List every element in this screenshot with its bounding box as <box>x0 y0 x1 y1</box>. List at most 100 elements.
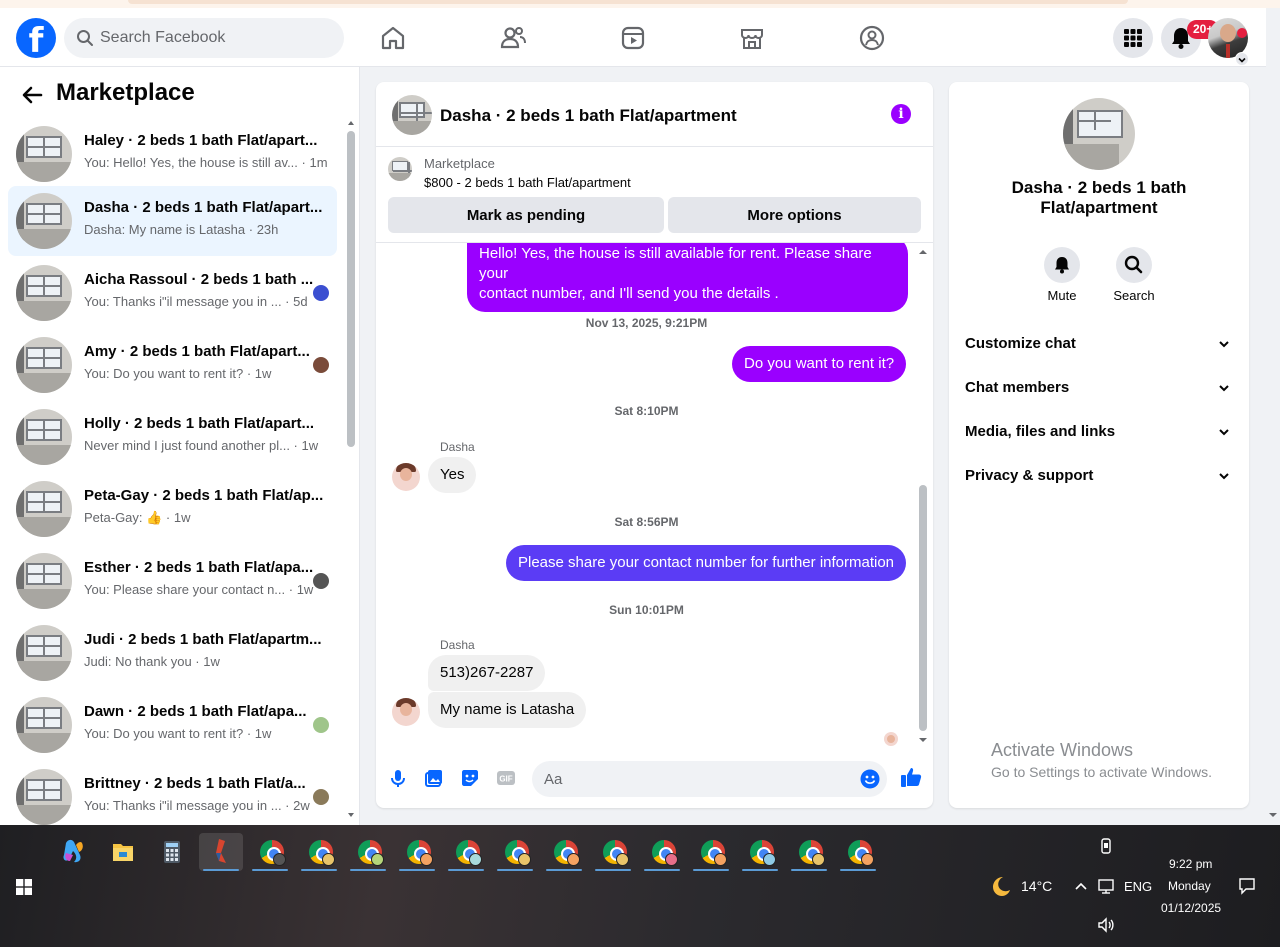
scroll-down-arrow-icon[interactable] <box>347 811 355 819</box>
gif-icon[interactable]: GIF <box>496 768 516 788</box>
sender-name: Dasha <box>440 440 475 454</box>
language-indicator[interactable]: ENG <box>1124 879 1152 894</box>
chrome-taskbar-icon[interactable] <box>493 833 537 871</box>
conversation-item[interactable]: Brittney · 2 beds 1 bath Flat/a... You: … <box>8 762 337 825</box>
conversation-item[interactable]: Esther · 2 beds 1 bath Flat/apa... You: … <box>8 546 337 616</box>
weather-temperature[interactable]: 14°C <box>1021 878 1052 894</box>
top-nav-bar: f 20+ <box>0 8 1266 67</box>
timestamp: Sat 8:10PM <box>614 404 679 418</box>
microphone-icon[interactable] <box>388 768 408 788</box>
chrome-taskbar-icon[interactable] <box>640 833 684 871</box>
back-arrow-icon[interactable] <box>20 83 44 107</box>
search-in-chat-button[interactable] <box>1116 247 1152 283</box>
message-incoming[interactable]: 513)267-2287 <box>428 655 546 691</box>
profile-alert-dot <box>1237 28 1247 38</box>
clock-time[interactable]: 9:22 pm <box>1169 857 1212 871</box>
message-input-box[interactable] <box>532 761 887 797</box>
clock-date[interactable]: 01/12/2025 <box>1161 901 1221 915</box>
account-chevron-icon[interactable] <box>1235 52 1249 66</box>
conversation-snippet: Peta-Gay: 👍 · 1w <box>84 510 191 525</box>
message-incoming[interactable]: Yes <box>428 457 477 493</box>
message-line: Hello! Yes, the house is still available… <box>479 245 872 282</box>
phone-link-icon[interactable] <box>1097 837 1115 855</box>
message-outgoing[interactable]: Do you want to rent it? <box>732 346 907 382</box>
scroll-up-arrow-icon[interactable] <box>347 119 355 127</box>
chat-title[interactable]: Dasha · 2 beds 1 bath Flat/apartment <box>440 106 737 126</box>
chrome-taskbar-icon[interactable] <box>542 833 586 871</box>
conversation-snippet: You: Do you want to rent it? · 1w <box>84 366 272 381</box>
conversation-item[interactable]: Aicha Rassoul · 2 beds 1 bath ... You: T… <box>8 258 337 328</box>
conversation-item[interactable]: Amy · 2 beds 1 bath Flat/apart... You: D… <box>8 330 337 400</box>
more-options-button[interactable]: More options <box>668 197 921 233</box>
chrome-taskbar-icon[interactable] <box>836 833 880 871</box>
calculator-taskbar-icon[interactable] <box>150 833 194 871</box>
home-icon[interactable] <box>379 24 407 52</box>
conversation-item-active[interactable]: Dasha · 2 beds 1 bath Flat/apart... Dash… <box>8 186 337 256</box>
windows-start-icon[interactable] <box>16 879 32 895</box>
chrome-taskbar-icon[interactable] <box>787 833 831 871</box>
message-scrollbar[interactable] <box>918 243 928 748</box>
menu-button[interactable] <box>1113 18 1153 58</box>
scroll-down-arrow-icon[interactable] <box>918 736 928 744</box>
groups-icon[interactable] <box>858 24 886 52</box>
video-icon[interactable] <box>619 24 647 52</box>
chevron-down-icon <box>1219 385 1229 392</box>
chrome-taskbar-icon[interactable] <box>395 833 439 871</box>
friends-icon[interactable] <box>499 24 527 52</box>
info-icon[interactable]: i <box>891 104 911 124</box>
message-incoming[interactable]: My name is Latasha <box>428 692 587 728</box>
chrome-taskbar-icon[interactable] <box>248 833 292 871</box>
message-input[interactable] <box>544 761 844 797</box>
chat-listing-thumbnail[interactable] <box>392 95 432 135</box>
marketplace-icon[interactable] <box>738 24 766 52</box>
chrome-taskbar-icon[interactable] <box>297 833 341 871</box>
chevron-up-icon[interactable] <box>1074 880 1088 892</box>
privacy-support-section[interactable]: Privacy & support <box>949 454 1249 498</box>
file-explorer-taskbar-icon[interactable] <box>101 833 145 871</box>
sticker-icon[interactable] <box>460 768 480 788</box>
copilot-taskbar-icon[interactable] <box>52 833 96 871</box>
chat-details-panel: Dasha · 2 beds 1 bath Flat/apartment Mut… <box>949 82 1249 808</box>
conversation-title: Peta-Gay · 2 beds 1 bath Flat/ap... <box>84 487 324 504</box>
listing-thumbnail <box>16 697 72 753</box>
message-outgoing[interactable]: Hello! Yes, the house is still available… <box>467 243 908 312</box>
chrome-taskbar-icon[interactable] <box>738 833 782 871</box>
conversation-item[interactable]: Haley · 2 beds 1 bath Flat/apart... You:… <box>8 119 337 189</box>
conversation-title: Aicha Rassoul · 2 beds 1 bath ... <box>84 271 314 288</box>
weather-moon-icon[interactable] <box>988 874 1012 898</box>
customize-chat-section[interactable]: Customize chat <box>949 322 1249 366</box>
facebook-logo[interactable]: f <box>16 18 56 58</box>
search-box[interactable] <box>64 18 344 58</box>
message-outgoing[interactable]: Please share your contact number for fur… <box>506 545 907 581</box>
mark-as-pending-button[interactable]: Mark as pending <box>388 197 664 233</box>
conversation-item[interactable]: Holly · 2 beds 1 bath Flat/apart... Neve… <box>8 402 337 472</box>
page-scrollbar[interactable] <box>1266 8 1280 825</box>
section-title: Chat members <box>965 379 1070 396</box>
chrome-taskbar-icon[interactable] <box>591 833 635 871</box>
conversation-item[interactable]: Judi · 2 beds 1 bath Flat/apartm... Judi… <box>8 618 337 688</box>
conversation-title: Esther · 2 beds 1 bath Flat/apa... <box>84 559 314 576</box>
chat-members-section[interactable]: Chat members <box>949 366 1249 410</box>
scroll-down-arrow-icon[interactable] <box>1266 810 1280 820</box>
conversation-item[interactable]: Peta-Gay · 2 beds 1 bath Flat/ap... Peta… <box>8 474 337 544</box>
thumbs-up-icon[interactable] <box>900 766 922 788</box>
chrome-taskbar-icon[interactable] <box>689 833 733 871</box>
media-files-links-section[interactable]: Media, files and links <box>949 410 1249 454</box>
chrome-taskbar-icon[interactable] <box>444 833 488 871</box>
volume-icon[interactable] <box>1097 916 1115 934</box>
emoji-icon[interactable] <box>860 769 880 789</box>
chrome-taskbar-icon[interactable] <box>346 833 390 871</box>
notification-center-icon[interactable] <box>1238 877 1256 895</box>
conversation-item[interactable]: Dawn · 2 beds 1 bath Flat/apa... You: Do… <box>8 690 337 760</box>
listing-price-title[interactable]: $800 - 2 beds 1 bath Flat/apartment <box>424 175 631 190</box>
photo-icon[interactable] <box>424 768 444 788</box>
search-input[interactable] <box>100 18 330 58</box>
network-icon[interactable] <box>1097 877 1115 895</box>
peer-avatar[interactable] <box>392 463 420 491</box>
peer-avatar[interactable] <box>392 698 420 726</box>
scroll-up-arrow-icon[interactable] <box>918 248 928 256</box>
conversation-list-scrollbar[interactable] <box>347 119 355 819</box>
clock-day[interactable]: Monday <box>1168 879 1211 893</box>
app-taskbar-icon-active[interactable] <box>199 833 243 871</box>
mute-button[interactable] <box>1044 247 1080 283</box>
